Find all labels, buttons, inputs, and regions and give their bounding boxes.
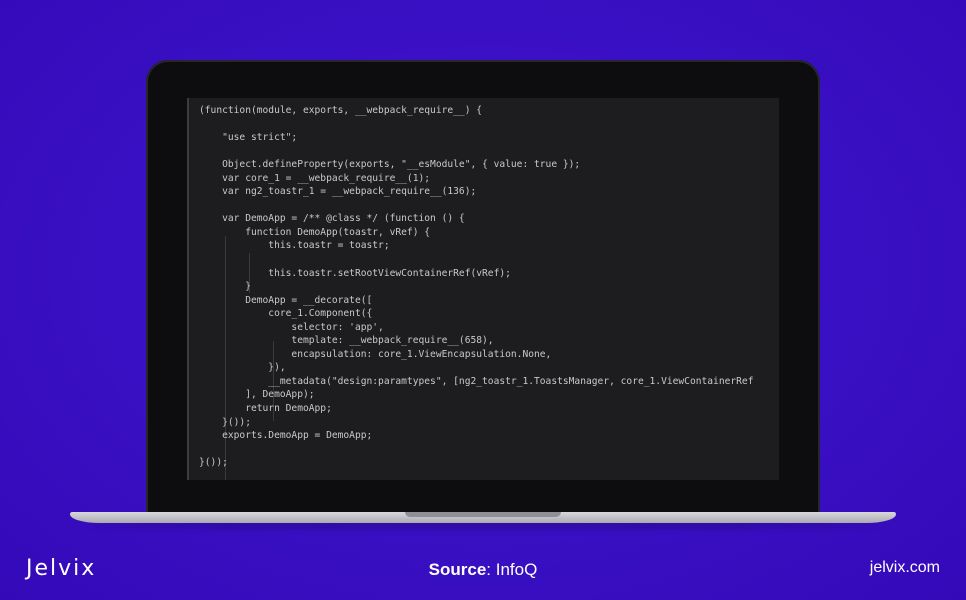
code-line: DemoApp = __decorate([ <box>199 294 373 306</box>
code-line: this.toastr = toastr; <box>199 240 390 252</box>
code-line: template: __webpack_require__(658), <box>199 335 494 347</box>
code-line: }), <box>199 362 286 374</box>
source-label: Source <box>428 560 487 579</box>
code-line: __metadata("design:paramtypes", [ng2_toa… <box>199 375 754 387</box>
source-value: : InfoQ <box>486 560 538 579</box>
code-line: var DemoApp = /** @class */ (function ()… <box>199 213 465 225</box>
code-line: return DemoApp; <box>199 403 332 415</box>
code-line: }()); <box>199 416 251 428</box>
code-line: exports.DemoApp = DemoApp; <box>199 430 373 442</box>
code-line: "use strict"; <box>199 132 298 144</box>
site-url: jelvix.com <box>869 559 940 576</box>
code-line: core_1.Component({ <box>199 308 373 320</box>
code-line: function DemoApp(toastr, vRef) { <box>199 226 431 238</box>
code-screen: (function(module, exports, __webpack_req… <box>187 98 779 480</box>
source-caption: Source: InfoQ <box>0 560 966 580</box>
code-line: selector: 'app', <box>199 321 384 333</box>
code-line: this.toastr.setRootViewContainerRef(vRef… <box>199 267 511 279</box>
code-line: var core_1 = __webpack_require__(1); <box>199 172 431 184</box>
code-line: var ng2_toastr_1 = __webpack_require__(1… <box>199 186 477 198</box>
code-block: (function(module, exports, __webpack_req… <box>199 104 754 470</box>
code-line: } <box>199 281 251 293</box>
code-line: Object.defineProperty(exports, "__esModu… <box>199 159 581 171</box>
laptop-notch <box>405 512 561 517</box>
code-line: ], DemoApp); <box>199 389 315 401</box>
code-line: (function(module, exports, __webpack_req… <box>199 105 483 116</box>
code-line: }()); <box>199 457 228 469</box>
code-line: encapsulation: core_1.ViewEncapsulation.… <box>199 348 552 360</box>
laptop-shadow <box>90 523 876 529</box>
